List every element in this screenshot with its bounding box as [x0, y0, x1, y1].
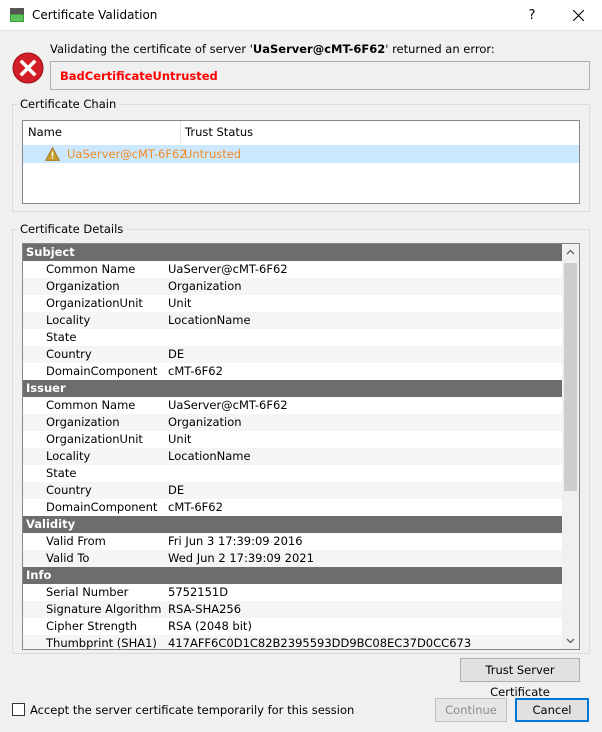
detail-row[interactable]: Common Name UaServer@cMT-6F62 — [23, 397, 562, 414]
detail-key: Thumbprint (SHA1) — [46, 636, 157, 650]
continue-button[interactable]: Continue — [435, 698, 507, 722]
detail-value: cMT-6F62 — [168, 500, 223, 514]
server-name: UaServer@cMT-6F62 — [252, 42, 386, 56]
detail-row[interactable]: Country DE — [23, 482, 562, 499]
validation-message: Validating the certificate of server 'Ua… — [50, 42, 495, 56]
detail-key: Valid To — [46, 551, 90, 565]
detail-row[interactable]: Country DE — [23, 346, 562, 363]
section-title: Subject — [26, 245, 75, 259]
detail-key: Common Name — [46, 398, 136, 412]
detail-key: OrganizationUnit — [46, 296, 143, 310]
detail-row[interactable]: State — [23, 329, 562, 346]
detail-key: Organization — [46, 415, 120, 429]
detail-key: Valid From — [46, 534, 106, 548]
title-bar: Certificate Validation ? — [0, 0, 602, 31]
detail-value: Unit — [168, 432, 192, 446]
detail-row[interactable]: Locality LocationName — [23, 312, 562, 329]
detail-key: Country — [46, 483, 92, 497]
column-header-trust-status[interactable]: Trust Status — [181, 121, 579, 143]
certificate-chain-list[interactable]: Name Trust Status UaServer@cMT-6F62 Untr… — [22, 120, 580, 204]
detail-row[interactable]: Organization Organization — [23, 414, 562, 431]
detail-key: Cipher Strength — [46, 619, 138, 633]
warning-triangle-icon — [44, 146, 61, 164]
detail-row[interactable]: OrganizationUnit Unit — [23, 295, 562, 312]
detail-key: Signature Algorithm — [46, 602, 162, 616]
section-title: Validity — [26, 517, 76, 531]
close-button[interactable] — [556, 0, 602, 31]
detail-key: State — [46, 466, 77, 480]
message-prefix: Validating the certificate of server ' — [50, 42, 253, 56]
detail-row[interactable]: Cipher Strength RSA (2048 bit) — [23, 618, 562, 635]
scroll-down-arrow-icon[interactable] — [562, 632, 579, 649]
detail-value: LocationName — [168, 449, 251, 463]
section-title: Issuer — [26, 381, 66, 395]
chain-row[interactable]: UaServer@cMT-6F62 Untrusted — [23, 145, 579, 163]
chain-row-name: UaServer@cMT-6F62 — [67, 147, 187, 161]
detail-value: RSA-SHA256 — [168, 602, 242, 616]
chain-row-status: Untrusted — [184, 147, 242, 161]
detail-key: DomainComponent — [46, 500, 158, 514]
detail-row[interactable]: Thumbprint (SHA1) 417AFF6C0D1C82B2395593D… — [23, 635, 562, 650]
detail-row[interactable]: DomainComponent cMT-6F62 — [23, 499, 562, 516]
detail-key: Country — [46, 347, 92, 361]
detail-value: Fri Jun 3 17:39:09 2016 — [168, 534, 303, 548]
detail-value: RSA (2048 bit) — [168, 619, 252, 633]
detail-value: Unit — [168, 296, 192, 310]
error-code: BadCertificateUntrusted — [60, 69, 218, 83]
detail-value: Wed Jun 2 17:39:09 2021 — [168, 551, 314, 565]
column-header-name[interactable]: Name — [23, 121, 181, 143]
certificate-chain-title: Certificate Chain — [17, 97, 120, 111]
detail-value: UaServer@cMT-6F62 — [168, 262, 288, 276]
section-header: Validity — [23, 516, 562, 533]
section-header: Info — [23, 567, 562, 584]
detail-row[interactable]: Organization Organization — [23, 278, 562, 295]
detail-value: cMT-6F62 — [168, 364, 223, 378]
detail-row[interactable]: Locality LocationName — [23, 448, 562, 465]
trust-server-certificate-button[interactable]: Trust Server Certificate — [460, 658, 580, 699]
detail-row[interactable]: Common Name UaServer@cMT-6F62 — [23, 261, 562, 278]
detail-row[interactable]: OrganizationUnit Unit — [23, 431, 562, 448]
error-x-icon — [12, 52, 44, 84]
detail-row[interactable]: Valid To Wed Jun 2 17:39:09 2021 — [23, 550, 562, 567]
detail-value: LocationName — [168, 313, 251, 327]
detail-key: State — [46, 330, 77, 344]
detail-value: DE — [168, 483, 185, 497]
detail-value: Organization — [168, 279, 242, 293]
details-scrollbar[interactable] — [562, 244, 579, 649]
detail-key: Common Name — [46, 262, 136, 276]
accept-temporarily-label: Accept the server certificate temporaril… — [30, 703, 355, 717]
certificate-app-icon — [9, 7, 25, 23]
window-title: Certificate Validation — [32, 8, 158, 22]
section-header: Issuer — [23, 380, 562, 397]
help-button[interactable]: ? — [512, 0, 552, 31]
detail-value: 417AFF6C0D1C82B2395593DD9BC08EC37D0CC673 — [168, 636, 472, 650]
detail-row[interactable]: DomainComponent cMT-6F62 — [23, 363, 562, 380]
certificate-details-title: Certificate Details — [17, 222, 127, 236]
section-header: Subject — [23, 244, 562, 261]
detail-value: DE — [168, 347, 185, 361]
detail-key: Organization — [46, 279, 120, 293]
detail-key: Locality — [46, 449, 91, 463]
scroll-up-arrow-icon[interactable] — [562, 244, 579, 261]
detail-value: 5752151D — [168, 585, 229, 599]
cancel-button[interactable]: Cancel — [515, 698, 589, 722]
detail-row[interactable]: Valid From Fri Jun 3 17:39:09 2016 — [23, 533, 562, 550]
detail-value: UaServer@cMT-6F62 — [168, 398, 288, 412]
message-suffix: ' returned an error: — [385, 42, 495, 56]
accept-temporarily-checkbox[interactable] — [12, 703, 25, 716]
error-box: BadCertificateUntrusted — [50, 61, 590, 90]
certificate-details-list[interactable]: Subject Common Name UaServer@cMT-6F62 Organ… — [22, 243, 580, 650]
detail-key: Serial Number — [46, 585, 129, 599]
details-rows: Subject Common Name UaServer@cMT-6F62 Organ… — [23, 244, 562, 650]
detail-row[interactable]: State — [23, 465, 562, 482]
section-title: Info — [26, 568, 52, 582]
scroll-thumb[interactable] — [564, 263, 577, 491]
detail-row[interactable]: Serial Number 5752151D — [23, 584, 562, 601]
detail-key: DomainComponent — [46, 364, 158, 378]
detail-row[interactable]: Signature Algorithm RSA-SHA256 — [23, 601, 562, 618]
detail-key: OrganizationUnit — [46, 432, 143, 446]
detail-key: Locality — [46, 313, 91, 327]
detail-value: Organization — [168, 415, 242, 429]
close-icon — [573, 10, 584, 21]
